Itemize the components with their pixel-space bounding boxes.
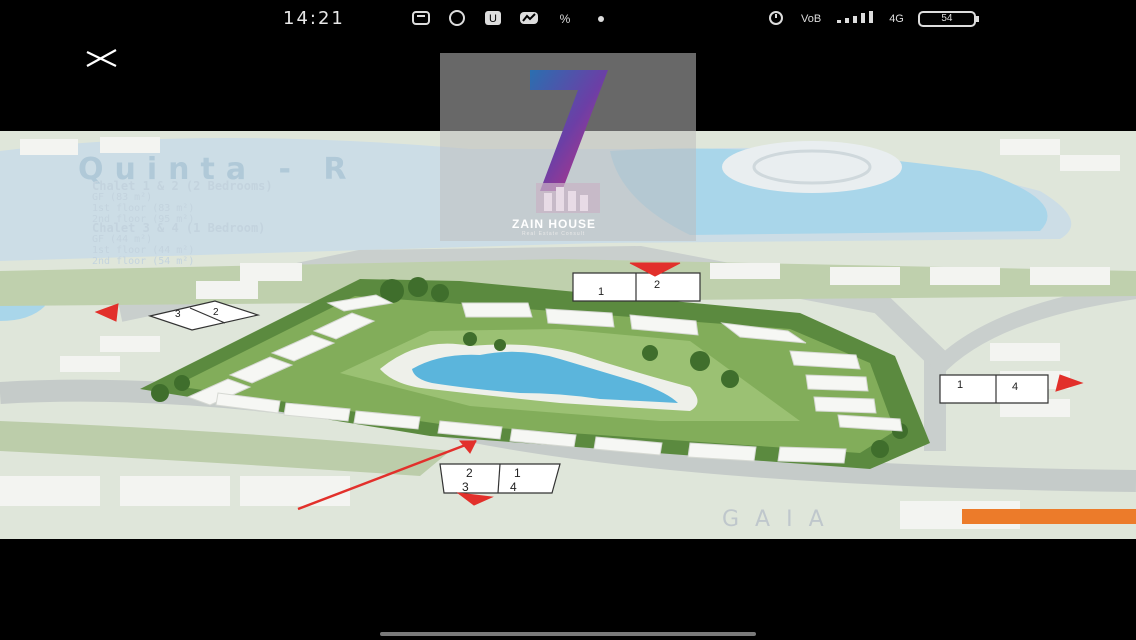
spec-heading: Chalet 3 & 4 (1 Bedroom) bbox=[92, 221, 266, 235]
unit-2-label: 2 bbox=[213, 307, 219, 318]
zain-house-watermark bbox=[440, 53, 696, 241]
notification-icons: U % bbox=[410, 10, 612, 26]
navigation-gesture-bar[interactable] bbox=[380, 632, 756, 636]
spec-line: 1st floor (44 m²) bbox=[92, 245, 195, 256]
signal-icon bbox=[835, 10, 875, 27]
unit-4-label: 4 bbox=[1012, 381, 1019, 393]
spec-line: 1st floor (83 m²) bbox=[92, 203, 195, 214]
alarm-icon bbox=[765, 9, 787, 28]
zain-house-logo-icon bbox=[530, 70, 608, 213]
unit-3-label: 3 bbox=[175, 309, 181, 320]
close-button[interactable] bbox=[84, 40, 124, 76]
orange-accent-bar bbox=[962, 509, 1136, 524]
svg-text:%: % bbox=[560, 12, 571, 25]
unit-1c-label: 1 bbox=[514, 466, 521, 480]
spec-line: GF (83 m²) bbox=[92, 192, 153, 203]
signal-label: 4G bbox=[889, 12, 904, 25]
watermark-name: ZAIN HOUSE bbox=[512, 217, 597, 231]
unit-1b-label: 1 bbox=[957, 379, 964, 391]
spec-heading: Chalet 1 & 2 (2 Bedrooms) bbox=[92, 179, 273, 193]
spec-chalet-3-4: Chalet 3 & 4 (1 Bedroom) GF (44 m²) 1st … bbox=[92, 221, 266, 267]
network-label: VoB bbox=[801, 12, 822, 25]
spec-line: GF (44 m²) bbox=[92, 234, 153, 245]
unit-2b-label: 2 bbox=[654, 279, 661, 291]
whatsapp-icon bbox=[446, 10, 468, 26]
svg-text:U: U bbox=[489, 13, 497, 25]
system-indicators: VoB 4G 54 bbox=[765, 9, 979, 28]
unit-2c-label: 2 bbox=[466, 466, 473, 480]
unit-3c-label: 3 bbox=[462, 480, 469, 494]
close-icon bbox=[86, 49, 117, 67]
message-icon bbox=[410, 10, 432, 26]
gaia-logo-text: GAIA bbox=[722, 507, 840, 532]
unit-1-label: 1 bbox=[598, 286, 605, 298]
u-app-icon: U bbox=[482, 10, 504, 26]
unit-4c-label: 4 bbox=[510, 480, 517, 494]
spec-line: 2nd floor (54 m²) bbox=[92, 256, 195, 267]
status-time: 14:21 bbox=[283, 8, 345, 29]
status-bar: 14:21 U % VoB 4G 54 bbox=[0, 0, 1136, 38]
photo-app-icon bbox=[518, 10, 540, 26]
dot-icon bbox=[590, 10, 612, 26]
battery-icon: 54 bbox=[917, 10, 979, 27]
watermark-subtitle: Real Estate Consult bbox=[522, 231, 586, 237]
spec-chalet-1-2: Chalet 1 & 2 (2 Bedrooms) GF (83 m²) 1st… bbox=[92, 179, 273, 225]
battery-level: 54 bbox=[941, 12, 953, 24]
percent-icon: % bbox=[554, 10, 576, 26]
